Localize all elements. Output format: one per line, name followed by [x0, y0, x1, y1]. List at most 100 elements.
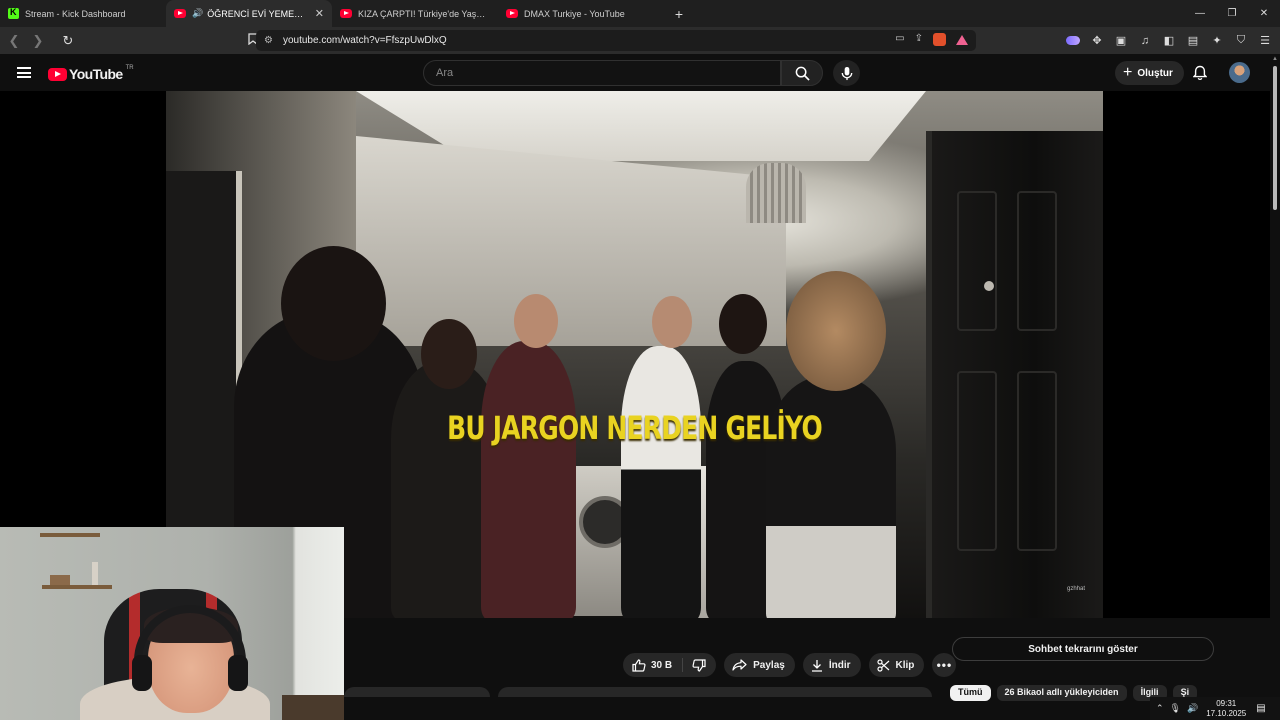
forward-icon[interactable]: ❯	[28, 33, 48, 49]
webcam-shelf-decor	[50, 575, 70, 585]
leo-sparkle-icon[interactable]: ✦	[1210, 34, 1224, 47]
notifications-button[interactable]	[1192, 65, 1208, 86]
share-page-icon[interactable]: ⇪	[915, 33, 923, 46]
tab-kick-dashboard[interactable]: Stream - Kick Dashboard	[0, 0, 166, 27]
chip-from-uploader[interactable]: 26 Bikaol adlı yükleyiciden	[996, 685, 1127, 701]
scene-duct	[746, 163, 806, 223]
person-left-head	[281, 246, 386, 361]
person-white-shirt	[621, 346, 701, 618]
speaker-icon[interactable]: 🔊	[192, 8, 203, 19]
restore-icon[interactable]: ❐	[1216, 0, 1248, 27]
door-panel	[957, 371, 997, 551]
person-hoodie-head	[514, 294, 558, 348]
tab-dmax[interactable]: DMAX Turkiye - YouTube	[498, 0, 664, 27]
volume-icon[interactable]: 🔊	[1187, 703, 1198, 714]
search-button[interactable]	[781, 60, 823, 86]
menu-icon[interactable]: ☰	[1258, 34, 1272, 47]
url-field[interactable]: ⚙ youtube.com/watch?v=FfszpUwDlxQ ▭ ⇪	[256, 30, 976, 51]
guide-menu-icon[interactable]	[17, 67, 31, 78]
scroll-up-icon[interactable]: ▲	[1272, 56, 1278, 62]
clip-label: Klip	[895, 659, 915, 671]
share-button[interactable]: Paylaş	[724, 653, 795, 677]
download-label: İndir	[828, 659, 851, 671]
search-box	[423, 60, 781, 86]
like-dislike-group: 30 B	[623, 653, 717, 677]
webcam-overlay	[0, 527, 344, 720]
microphone-icon	[841, 66, 852, 80]
extension-toolbar: ✥ ▣ ♫ ◧ ▤ ✦ ⛉ ☰	[1066, 27, 1272, 54]
cast-icon[interactable]: ▭	[895, 33, 904, 46]
door-peephole	[984, 281, 994, 291]
url-actions: ▭ ⇪	[895, 33, 968, 46]
like-count: 30 B	[651, 659, 673, 671]
address-bar-row: ❮ ❯ ↻ ⚙ youtube.com/watch?v=FfszpUwDlxQ …	[0, 27, 1280, 54]
search-input[interactable]	[436, 67, 766, 79]
window-controls: — ❐ ✕	[1184, 0, 1280, 27]
media-icon[interactable]: ♫	[1138, 35, 1152, 47]
channel-watermark[interactable]: gzhhat	[1067, 586, 1085, 592]
system-tray: ⌃ 🎙 🔊 09:31 17.10.2025 ▤	[1150, 697, 1280, 720]
minimize-icon[interactable]: —	[1184, 0, 1216, 27]
youtube-masthead: YouTube TR + Oluştur	[0, 54, 1270, 91]
system-clock[interactable]: 09:31 17.10.2025	[1206, 699, 1246, 719]
webcam-shelf-bottle	[92, 562, 98, 585]
webcam-headset-earcup	[132, 655, 152, 691]
more-actions-button[interactable]: •••	[932, 653, 957, 677]
vpn-icon[interactable]: ⛉	[1234, 34, 1248, 47]
voice-search-button[interactable]	[833, 60, 860, 86]
page-scrollbar[interactable]: ▲	[1270, 54, 1280, 720]
youtube-play-icon	[48, 67, 67, 81]
tab-active-video[interactable]: 🔊 ÖĞRENCİ EVİ YEMEKTEYİZ 1. ✕	[166, 0, 332, 27]
create-button[interactable]: + Oluştur	[1115, 61, 1184, 85]
chip-all[interactable]: Tümü	[950, 685, 991, 701]
notification-center-icon[interactable]: ▤	[1256, 703, 1265, 714]
url-text: youtube.com/watch?v=FfszpUwDlxQ	[282, 35, 447, 46]
clock-time: 09:31	[1216, 698, 1237, 708]
create-label: Oluştur	[1137, 67, 1173, 79]
screenshot-icon[interactable]: ▣	[1114, 34, 1128, 47]
download-button[interactable]: İndir	[802, 653, 861, 677]
avatar[interactable]	[1229, 62, 1250, 83]
show-chat-replay-button[interactable]: Sohbet tekrarını göster	[952, 637, 1214, 661]
brave-rewards-icon[interactable]	[956, 35, 968, 45]
chat-replay-label: Sohbet tekrarını göster	[1028, 643, 1138, 655]
video-actions: 30 B Paylaş İndir Klip •••	[623, 653, 957, 677]
wallet-icon[interactable]: ▤	[1186, 34, 1200, 47]
like-button[interactable]: 30 B	[623, 658, 684, 672]
microphone-tray-icon[interactable]: 🎙	[1170, 703, 1181, 714]
thumbs-up-icon	[632, 658, 646, 672]
clip-button[interactable]: Klip	[868, 653, 925, 677]
site-info-icon[interactable]: ⚙	[264, 35, 273, 46]
extensions-icon[interactable]: ✥	[1090, 34, 1104, 47]
door-panel	[1017, 371, 1057, 551]
search-icon	[795, 66, 810, 81]
leo-ai-icon[interactable]	[1066, 36, 1080, 45]
close-window-icon[interactable]: ✕	[1248, 0, 1280, 27]
back-icon[interactable]: ❮	[4, 33, 24, 49]
dislike-button[interactable]	[683, 658, 716, 672]
plus-icon: +	[1123, 64, 1133, 81]
youtube-logo[interactable]: YouTube TR	[48, 65, 134, 82]
clock-date: 17.10.2025	[1206, 708, 1247, 718]
tab-title: DMAX Turkiye - YouTube	[524, 8, 625, 19]
youtube-icon	[340, 9, 352, 18]
browser-tab-strip: Stream - Kick Dashboard 🔊 ÖĞRENCİ EVİ YE…	[0, 0, 1280, 27]
brave-shield-icon[interactable]	[933, 33, 946, 46]
sidebar-icon[interactable]: ◧	[1162, 34, 1176, 47]
tab-title: Stream - Kick Dashboard	[25, 8, 126, 19]
webcam-shelf	[42, 585, 112, 589]
download-icon	[811, 659, 822, 672]
youtube-icon	[174, 9, 186, 18]
description-box[interactable]	[498, 687, 932, 697]
tab-title: ÖĞRENCİ EVİ YEMEKTEYİZ 1.	[207, 8, 307, 19]
more-icon: •••	[936, 658, 953, 672]
scrollbar-thumb[interactable]	[1273, 66, 1277, 210]
new-tab-button[interactable]: +	[668, 6, 690, 22]
person-black-top-head	[719, 294, 767, 354]
close-tab-icon[interactable]: ✕	[315, 7, 324, 20]
reload-icon[interactable]: ↻	[58, 33, 78, 49]
tray-chevron-icon[interactable]: ⌃	[1156, 703, 1164, 714]
person-second-head	[421, 319, 477, 389]
person-white-shirt-head	[652, 296, 692, 348]
tab-kiza-carpti[interactable]: KIZA ÇARPTI! Türkiye'de Yaşanan Me	[332, 0, 498, 27]
